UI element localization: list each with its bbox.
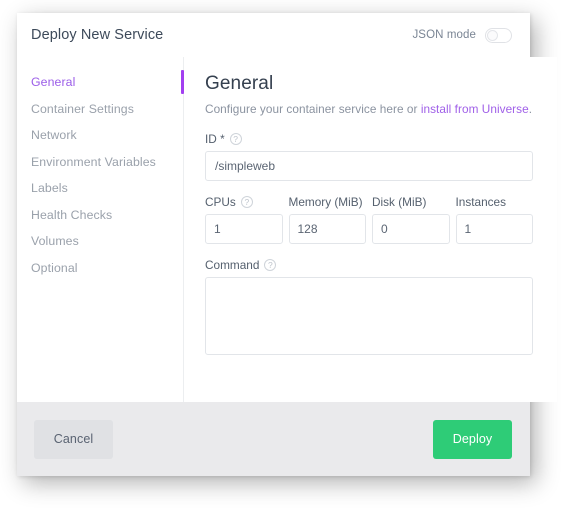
disk-input[interactable] xyxy=(372,214,450,244)
sidebar-item-health-checks[interactable]: Health Checks xyxy=(17,202,183,229)
sidebar-item-label: Container Settings xyxy=(31,101,134,116)
sidebar-item-labels[interactable]: Labels xyxy=(17,175,183,202)
deploy-new-service-dialog: Deploy New Service JSON mode General Con… xyxy=(17,13,557,476)
sidebar-nav: General Container Settings Network Envir… xyxy=(17,57,184,402)
sidebar-item-label: Optional xyxy=(31,260,78,275)
page-title: General xyxy=(205,73,274,94)
json-mode-control: JSON mode xyxy=(412,27,512,43)
sidebar-item-label: Volumes xyxy=(31,234,79,249)
disk-field-group: Disk (MiB) xyxy=(372,195,450,244)
instances-field-label-row: Instances xyxy=(456,195,534,209)
instances-field-label: Instances xyxy=(455,195,507,209)
sidebar-item-container-settings[interactable]: Container Settings xyxy=(17,96,183,123)
sidebar-item-optional[interactable]: Optional xyxy=(17,255,183,282)
memory-field-group: Memory (MiB) xyxy=(288,195,367,244)
deploy-button[interactable]: Deploy xyxy=(433,419,512,459)
id-field-group: ID * ? xyxy=(205,132,533,181)
memory-input[interactable] xyxy=(288,214,366,244)
sidebar-item-volumes[interactable]: Volumes xyxy=(17,228,183,255)
cpus-field-group: CPUs ? xyxy=(205,195,283,244)
sidebar-item-label: Health Checks xyxy=(31,207,113,222)
panel-description-suffix: . xyxy=(528,102,533,116)
sidebar-item-label: Labels xyxy=(31,181,68,196)
disk-field-label-row: Disk (MiB) xyxy=(372,195,450,209)
dialog-body: General Container Settings Network Envir… xyxy=(17,57,557,402)
command-field-label-row: Command ? xyxy=(205,258,533,272)
instances-input[interactable] xyxy=(455,214,533,244)
sidebar-item-general[interactable]: General xyxy=(17,69,184,96)
command-field-label: Command xyxy=(205,258,260,272)
cpus-field-label: CPUs xyxy=(205,195,236,209)
panel-description: Configure your container service here or… xyxy=(205,102,533,116)
active-indicator-icon xyxy=(181,70,184,94)
disk-field-label: Disk (MiB) xyxy=(372,195,427,209)
memory-field-label: Memory (MiB) xyxy=(288,195,363,209)
command-field-group: Command ? xyxy=(205,258,533,360)
help-icon[interactable]: ? xyxy=(264,259,277,271)
dialog-title: Deploy New Service xyxy=(31,27,164,43)
json-mode-toggle[interactable] xyxy=(485,27,512,43)
cpus-field-label-row: CPUs ? xyxy=(205,195,283,209)
instances-field-group: Instances xyxy=(455,195,534,244)
general-panel: General Configure your container service… xyxy=(184,57,557,402)
toggle-knob-icon xyxy=(487,29,498,41)
sidebar-item-environment-variables[interactable]: Environment Variables xyxy=(17,149,183,176)
cpus-input[interactable] xyxy=(205,214,283,244)
id-field-label: ID * xyxy=(205,132,225,146)
install-from-universe-link[interactable]: install from Universe xyxy=(421,102,529,116)
panel-description-prefix: Configure your container service here or xyxy=(205,102,421,116)
command-textarea[interactable] xyxy=(205,277,533,355)
sidebar-item-network[interactable]: Network xyxy=(17,122,183,149)
memory-field-label-row: Memory (MiB) xyxy=(289,195,367,209)
resources-row: CPUs ? Memory (MiB) Disk (MiB) xyxy=(205,195,533,244)
dialog-footer: Cancel Deploy xyxy=(17,402,530,476)
sidebar-item-label: General xyxy=(31,75,76,90)
help-icon[interactable]: ? xyxy=(229,133,242,145)
help-icon[interactable]: ? xyxy=(240,196,253,208)
dialog-header: Deploy New Service JSON mode xyxy=(17,13,530,57)
json-mode-label: JSON mode xyxy=(412,29,476,41)
id-field-label-row: ID * ? xyxy=(205,132,533,146)
sidebar-item-label: Network xyxy=(31,128,77,143)
id-input[interactable] xyxy=(205,151,533,181)
sidebar-item-label: Environment Variables xyxy=(31,154,156,169)
cancel-button[interactable]: Cancel xyxy=(34,419,113,459)
